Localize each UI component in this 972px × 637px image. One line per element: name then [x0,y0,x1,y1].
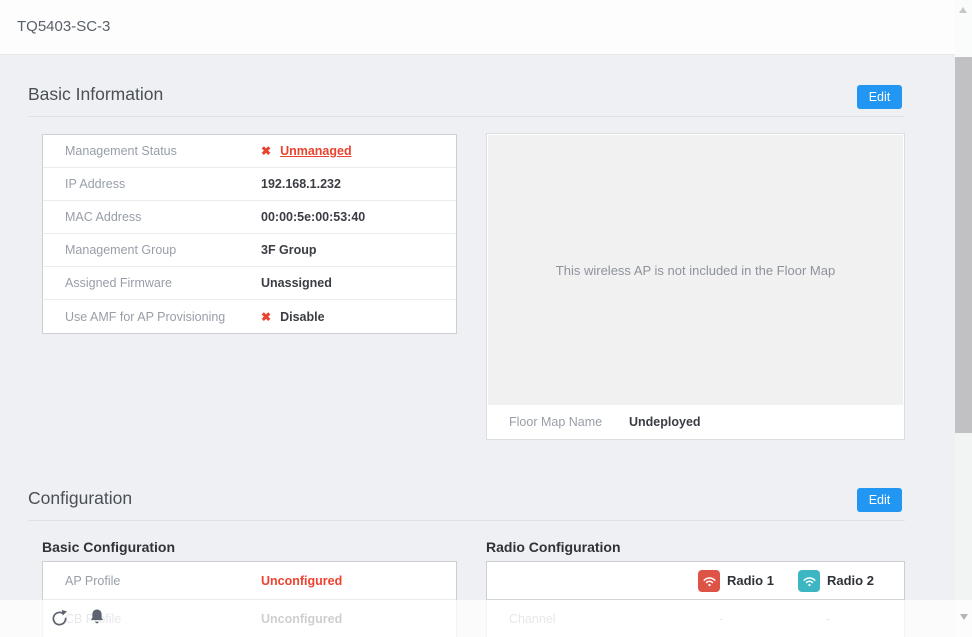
x-mark-icon: ✖ [261,310,271,324]
edit-basic-information-button[interactable]: Edit [857,85,902,109]
x-mark-icon: ✖ [261,144,271,158]
row-value: 3F Group [261,243,317,257]
table-row: AP Profile Unconfigured [43,562,456,600]
section-divider [28,116,905,117]
management-group-value: 3F Group [261,243,317,257]
row-label: AP Profile [65,574,120,588]
mac-address-value: 00:00:5e:00:53:40 [261,210,365,224]
radio1-column-label: Radio 1 [727,573,774,588]
ap-profile-value: Unconfigured [261,574,342,588]
ap-detail-page: TQ5403-SC-3 Basic Information Edit Manag… [0,0,972,637]
table-row: Use AMF for AP Provisioning ✖ Disable [43,300,456,333]
floor-map-name-value: Undeployed [629,415,701,429]
ip-address-value: 192.168.1.232 [261,177,341,191]
row-label: IP Address [65,177,125,191]
table-row: IP Address 192.168.1.232 [43,168,456,201]
basic-info-table: Management Status ✖ Unmanaged IP Address… [42,134,457,334]
page-header: TQ5403-SC-3 [0,0,972,55]
row-value: 00:00:5e:00:53:40 [261,210,365,224]
floor-map-placeholder: This wireless AP is not included in the … [488,135,903,405]
row-value: Unassigned [261,276,332,290]
assigned-firmware-value: Unassigned [261,276,332,290]
scrollbar[interactable] [955,0,972,637]
table-row: Management Status ✖ Unmanaged [43,135,456,168]
basic-information-heading: Basic Information [28,84,163,105]
table-row: Management Group 3F Group [43,234,456,267]
refresh-icon [49,608,70,629]
scrollbar-thumb[interactable] [955,57,972,433]
unmanaged-link[interactable]: Unmanaged [280,144,352,158]
row-label: Use AMF for AP Provisioning [65,310,225,324]
configuration-heading: Configuration [28,488,132,509]
scrollbar-down-arrow-icon[interactable] [960,614,968,620]
basic-configuration-subheading: Basic Configuration [42,539,175,555]
radio2-column-label: Radio 2 [827,573,874,588]
scrollbar-up-arrow-icon[interactable] [959,7,967,13]
table-row: Assigned Firmware Unassigned [43,267,456,300]
row-value: ✖ Disable [261,310,325,324]
notifications-button[interactable] [86,607,108,629]
amf-provisioning-value: Disable [280,310,324,324]
page-title: TQ5403-SC-3 [17,18,110,35]
floor-map-footer: Floor Map Name Undeployed [487,405,904,439]
bell-icon [87,607,107,627]
radio2-wifi-icon [798,570,820,592]
floor-map-name-label: Floor Map Name [509,415,602,429]
row-value: ✖ Unmanaged [261,144,352,158]
row-value: Unconfigured [261,574,342,588]
footer-bar [0,600,972,637]
row-label: Management Group [65,243,176,257]
row-label: MAC Address [65,210,141,224]
floor-map-placeholder-text: This wireless AP is not included in the … [556,263,835,278]
row-label: Assigned Firmware [65,276,172,290]
edit-configuration-button[interactable]: Edit [857,488,902,512]
refresh-button[interactable] [48,608,70,630]
floor-map-card: This wireless AP is not included in the … [486,133,905,440]
table-row: MAC Address 00:00:5e:00:53:40 [43,201,456,234]
section-divider [28,520,905,521]
radio1-wifi-icon [698,570,720,592]
radio-configuration-subheading: Radio Configuration [486,539,621,555]
row-label: Management Status [65,144,177,158]
radio-table-header-row: Radio 1 Radio 2 [487,562,904,600]
row-value: 192.168.1.232 [261,177,341,191]
